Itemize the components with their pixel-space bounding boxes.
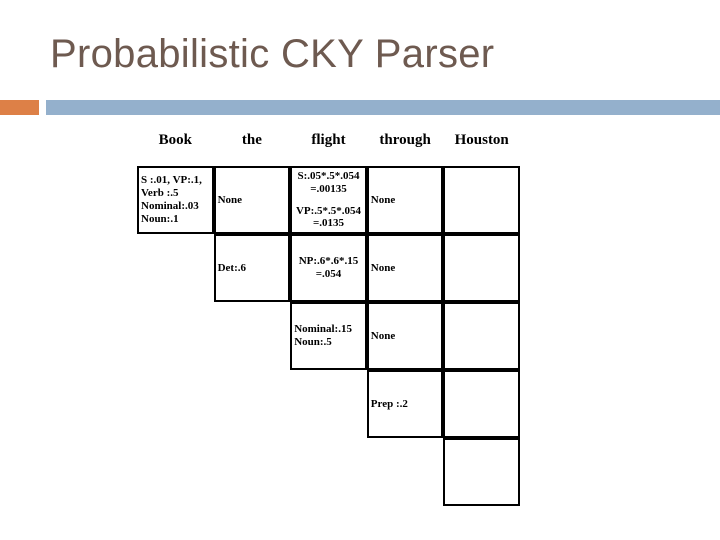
cell-line: None (370, 329, 396, 342)
cell-line: =.00135 (310, 182, 347, 195)
cell-line: None (217, 193, 243, 206)
chart-column-headers: Book the flight through Houston (137, 132, 521, 166)
chart-cell-r0-c4 (443, 166, 520, 234)
title-divider (0, 100, 720, 115)
chart-grid: S :.01, VP:.1, Verb :.5 Nominal:.03 Noun:.1… (137, 166, 521, 511)
cell-content: Prep :.2 (371, 398, 440, 411)
cell-content: S :.01, VP:.1, Verb :.5 Nominal:.03 Noun:.1 (141, 174, 210, 226)
column-header-book: Book (158, 132, 192, 148)
page-title: Probabilistic CKY Parser (50, 32, 495, 76)
cell-line: =.0135 (312, 217, 344, 230)
column-header-houston: Houston (454, 132, 509, 148)
cell-line: =.054 (315, 268, 342, 280)
cell-line: S:.05*.5*.054 (297, 169, 360, 182)
cell-content: None (218, 194, 287, 207)
cell-line: Noun:.5 (294, 336, 332, 348)
cell-content: Nominal:.15 Noun:.5 (294, 323, 363, 349)
chart-cell-r4-c4 (443, 438, 520, 506)
chart-cell-r2-c2: Nominal:.15 Noun:.5 (290, 302, 367, 370)
cell-entry: None (371, 330, 440, 343)
chart-cell-r1-c3: None (366, 234, 444, 302)
cell-entry: Det:.6 (218, 262, 287, 275)
cell-entry: S:.05*.5*.054 =.00135 (294, 170, 363, 196)
column-header-through: through (379, 132, 431, 148)
cell-content: S:.05*.5*.054 =.00135 VP:.5*.5*.054 =.0135 (294, 170, 363, 231)
chart-cell-r0-c2: S:.05*.5*.054 =.00135 VP:.5*.5*.054 =.0135 (290, 166, 367, 234)
chart-cell-r2-c3: None (366, 302, 444, 370)
cell-entry: NP:.6*.6*.15 =.054 (294, 255, 363, 281)
cell-content: None (371, 330, 440, 343)
cell-line: Noun:.1 (141, 212, 179, 225)
chart-cell-r0-c0: S :.01, VP:.1, Verb :.5 Nominal:.03 Noun:.1 (137, 166, 214, 234)
cell-entry: Prep :.2 (371, 398, 440, 411)
chart-cell-r3-c3: Prep :.2 (366, 370, 444, 438)
chart-cell-r0-c3: None (366, 166, 444, 234)
chart-cell-r2-c4 (443, 302, 520, 370)
cell-entry: Nominal:.15 Noun:.5 (294, 323, 363, 349)
cell-entry: None (371, 194, 440, 207)
cell-entry: S :.01, VP:.1, Verb :.5 Nominal:.03 Noun:.1 (141, 174, 210, 226)
cell-entry: None (371, 262, 440, 275)
cky-parse-chart: Book the flight through Houston S :.01, VP:.… (137, 132, 521, 511)
divider-bar (46, 100, 720, 115)
cell-line: VP:.5*.5*.054 (295, 204, 362, 217)
divider-accent-block (0, 100, 39, 115)
cell-line: S :.01, VP:.1, (141, 174, 202, 187)
chart-cell-r1-c2: NP:.6*.6*.15 =.054 (290, 234, 367, 302)
column-header-flight: flight (311, 132, 346, 148)
cell-entry: None (218, 194, 287, 207)
cell-line: Nominal:.03 (141, 200, 199, 212)
cell-line: Nominal:.15 (294, 323, 352, 336)
cell-line: None (370, 193, 396, 206)
cell-content: NP:.6*.6*.15 =.054 (294, 255, 363, 281)
cell-content: None (371, 194, 440, 207)
column-header-the: the (241, 132, 262, 148)
chart-cell-r1-c1: Det:.6 (213, 234, 291, 302)
cell-entry: VP:.5*.5*.054 =.0135 (294, 205, 363, 231)
cell-line: None (370, 261, 396, 274)
cell-line: Verb :.5 (141, 187, 179, 200)
chart-cell-r1-c4 (443, 234, 520, 302)
chart-cell-r3-c4 (443, 370, 520, 438)
cell-line: Prep :.2 (370, 397, 408, 410)
cell-content: None (371, 262, 440, 275)
cell-line: NP:.6*.6*.15 (298, 255, 359, 268)
cell-line: Det:.6 (217, 261, 246, 274)
cell-content: Det:.6 (218, 262, 287, 275)
chart-cell-r0-c1: None (213, 166, 291, 234)
